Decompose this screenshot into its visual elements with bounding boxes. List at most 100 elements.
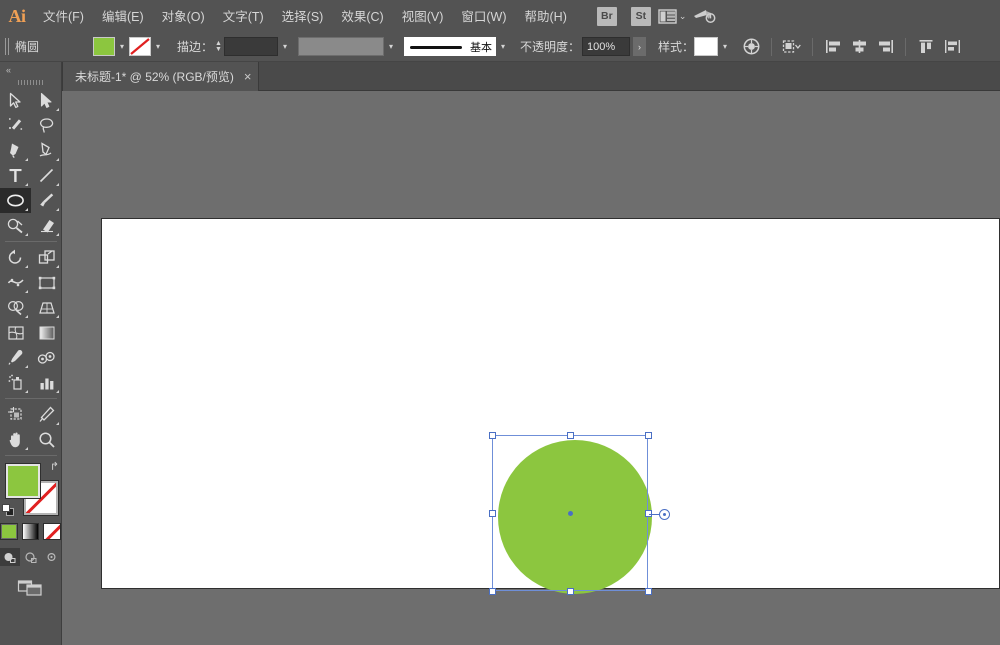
- tools-panel: «: [0, 62, 62, 645]
- handle-middle-left[interactable]: [489, 510, 496, 517]
- stroke-profile-dropdown[interactable]: [298, 37, 384, 56]
- shaper-tool[interactable]: [0, 213, 31, 238]
- tools-panel-grip[interactable]: [0, 77, 61, 88]
- draw-normal-button[interactable]: [0, 548, 20, 566]
- workspace-switcher-icon[interactable]: [692, 7, 716, 25]
- graphic-style-swatch[interactable]: [694, 37, 718, 56]
- gradient-tool[interactable]: [31, 320, 62, 345]
- fill-color-swatch[interactable]: [93, 37, 115, 56]
- tools-divider: [5, 241, 57, 242]
- selected-object-type-label: 椭圆: [15, 38, 93, 55]
- arrange-documents-icon[interactable]: [658, 9, 677, 24]
- fill-swatch-chevron-down-icon[interactable]: ▾: [115, 37, 129, 56]
- menu-edit[interactable]: 编辑(E): [93, 2, 153, 30]
- align-center-horizontal-icon[interactable]: [848, 37, 870, 57]
- arrange-chevron-down-icon[interactable]: ⌄: [679, 11, 687, 22]
- stroke-swatch-chevron-down-icon[interactable]: ▾: [151, 37, 165, 56]
- menu-object[interactable]: 对象(O): [153, 2, 214, 30]
- line-segment-tool[interactable]: [31, 163, 62, 188]
- direct-selection-tool[interactable]: [31, 88, 62, 113]
- tools-grid-transform: [0, 245, 62, 395]
- handle-top-right[interactable]: [645, 432, 652, 439]
- pen-tool[interactable]: [0, 138, 31, 163]
- menu-help[interactable]: 帮助(H): [516, 2, 576, 30]
- stock-button[interactable]: St: [631, 7, 651, 26]
- magic-wand-tool[interactable]: [0, 113, 31, 138]
- recolor-artwork-icon[interactable]: [740, 37, 762, 57]
- blend-tool[interactable]: [31, 345, 62, 370]
- zoom-tool[interactable]: [31, 427, 62, 452]
- change-screen-mode-button[interactable]: [17, 578, 45, 603]
- ellipse-tool[interactable]: [0, 188, 31, 213]
- bridge-button[interactable]: Br: [597, 7, 617, 26]
- menu-select[interactable]: 选择(S): [273, 2, 333, 30]
- color-mode-button[interactable]: [0, 523, 18, 540]
- close-icon[interactable]: ×: [244, 70, 252, 83]
- none-mode-button[interactable]: [43, 523, 61, 540]
- paintbrush-tool[interactable]: [31, 188, 62, 213]
- graphic-style-chevron-down-icon[interactable]: ▾: [718, 37, 732, 56]
- document-tab[interactable]: 未标题-1* @ 52% (RGB/预览) ×: [62, 62, 259, 91]
- lasso-tool[interactable]: [31, 113, 62, 138]
- shape-builder-tool[interactable]: [0, 295, 31, 320]
- tool-flyout-indicator-icon: [56, 108, 59, 111]
- align-left-icon[interactable]: [822, 37, 844, 57]
- mesh-tool[interactable]: [0, 320, 31, 345]
- menu-file[interactable]: 文件(F): [34, 2, 93, 30]
- tool-flyout-indicator-icon: [56, 390, 59, 393]
- eyedropper-tool[interactable]: [0, 345, 31, 370]
- control-bar-grip[interactable]: [5, 38, 9, 55]
- stroke-weight-stepper[interactable]: ▲▼: [213, 37, 224, 56]
- swap-fill-stroke-icon[interactable]: ↱: [50, 460, 59, 473]
- distribute-icon[interactable]: [941, 37, 963, 57]
- curvature-tool[interactable]: [31, 138, 62, 163]
- handle-top-center[interactable]: [567, 432, 574, 439]
- menu-view[interactable]: 视图(V): [393, 2, 453, 30]
- fill-indicator-swatch[interactable]: [6, 464, 40, 498]
- artboard-tool[interactable]: [0, 402, 31, 427]
- menu-effect[interactable]: 效果(C): [332, 2, 392, 30]
- opacity-options-button[interactable]: ›: [633, 37, 646, 56]
- brush-definition-chevron-down-icon[interactable]: ▾: [496, 37, 510, 56]
- draw-behind-button[interactable]: [21, 548, 41, 566]
- perspective-grid-tool[interactable]: [31, 295, 62, 320]
- pie-angle-widget[interactable]: [659, 509, 670, 520]
- canvas-area[interactable]: [62, 91, 1000, 645]
- draw-inside-button[interactable]: [41, 548, 61, 566]
- type-tool[interactable]: [0, 163, 31, 188]
- hand-tool[interactable]: [0, 427, 31, 452]
- rotate-tool[interactable]: [0, 245, 31, 270]
- handle-bottom-center[interactable]: [567, 588, 574, 595]
- collapse-panel-icon[interactable]: «: [0, 62, 61, 77]
- handle-bottom-left[interactable]: [489, 588, 496, 595]
- tool-flyout-indicator-icon: [25, 233, 28, 236]
- symbol-sprayer-tool[interactable]: [0, 370, 31, 395]
- handle-top-left[interactable]: [489, 432, 496, 439]
- scale-tool[interactable]: [31, 245, 62, 270]
- slice-tool[interactable]: [31, 402, 62, 427]
- menu-window[interactable]: 窗口(W): [452, 2, 515, 30]
- tools-grid: [0, 88, 62, 238]
- stroke-weight-input[interactable]: [224, 37, 278, 56]
- brush-definition-dropdown[interactable]: 基本: [404, 37, 496, 56]
- stroke-color-swatch[interactable]: [129, 37, 151, 56]
- eraser-tool[interactable]: [31, 213, 62, 238]
- align-top-icon[interactable]: [915, 37, 937, 57]
- handle-bottom-right[interactable]: [645, 588, 652, 595]
- free-transform-tool[interactable]: [31, 270, 62, 295]
- document-tab-title: 未标题-1* @ 52% (RGB/预览): [75, 68, 234, 85]
- default-fill-stroke-icon[interactable]: [2, 504, 14, 516]
- stroke-weight-chevron-down-icon[interactable]: ▾: [278, 37, 292, 56]
- width-tool[interactable]: [0, 270, 31, 295]
- gradient-mode-button[interactable]: [22, 523, 40, 540]
- stroke-profile-chevron-down-icon[interactable]: ▾: [384, 37, 398, 56]
- column-graph-tool[interactable]: [31, 370, 62, 395]
- illustrator-window: Ai 文件(F) 编辑(E) 对象(O) 文字(T) 选择(S) 效果(C) 视…: [0, 0, 1000, 645]
- menu-type[interactable]: 文字(T): [214, 2, 273, 30]
- shape-options-icon[interactable]: [781, 37, 803, 57]
- align-right-icon[interactable]: [874, 37, 896, 57]
- opacity-input[interactable]: 100%: [582, 37, 630, 56]
- artboard[interactable]: [101, 218, 1000, 589]
- tool-flyout-indicator-icon: [56, 315, 59, 318]
- selection-tool[interactable]: [0, 88, 31, 113]
